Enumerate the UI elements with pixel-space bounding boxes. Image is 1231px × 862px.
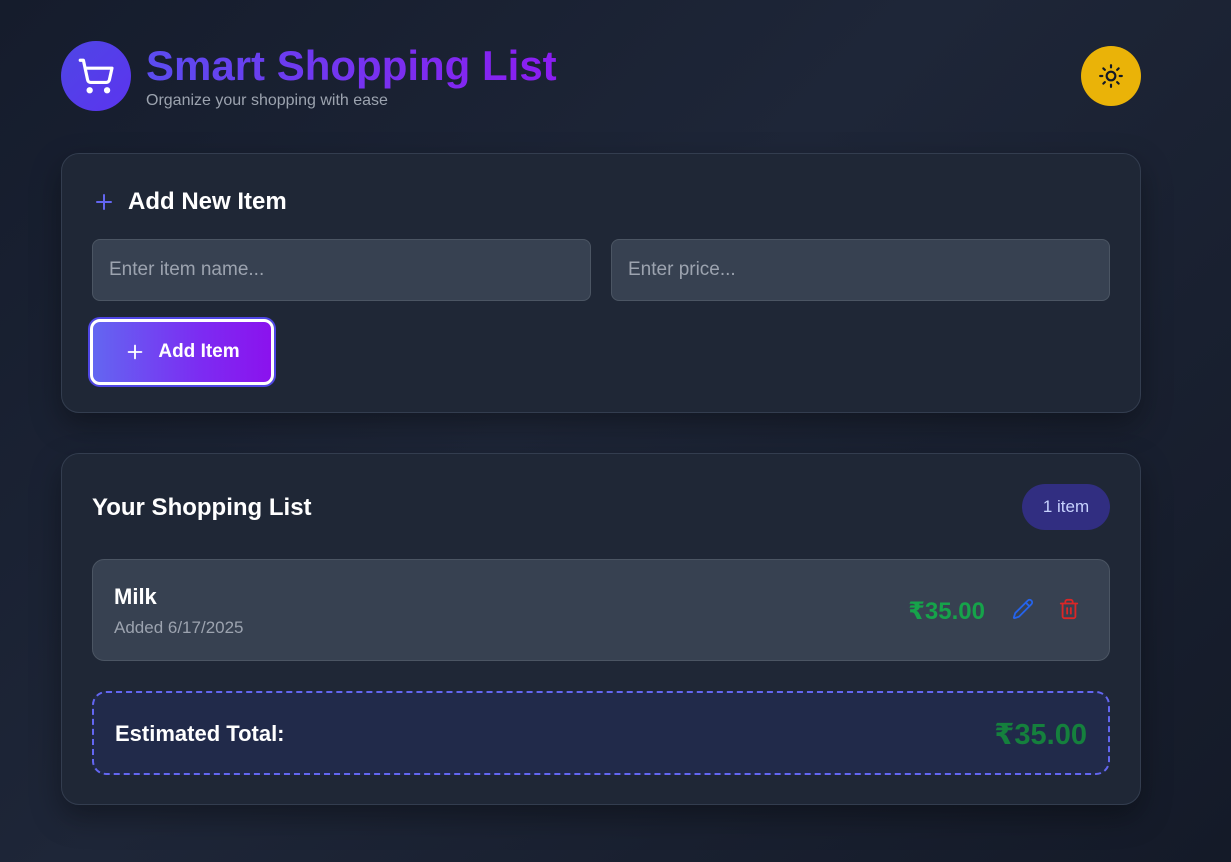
shopping-cart-icon xyxy=(77,57,115,95)
add-item-card: Add New Item Add Item xyxy=(61,153,1141,413)
theme-toggle-button[interactable] xyxy=(1081,46,1141,106)
item-name-input[interactable] xyxy=(92,239,591,301)
page-title: Smart Shopping List xyxy=(146,42,557,89)
total-value: ₹35.00 xyxy=(994,719,1087,751)
add-item-button[interactable]: Add Item xyxy=(90,319,274,385)
pencil-icon xyxy=(1012,598,1034,620)
list-item: Milk Added 6/17/2025 ₹35.00 xyxy=(92,559,1110,661)
total-label: Estimated Total: xyxy=(115,721,285,746)
item-name: Milk xyxy=(114,584,157,609)
shopping-list-card: Your Shopping List 1 item Milk Added 6/1… xyxy=(61,453,1141,805)
item-count-badge: 1 item xyxy=(1022,484,1110,530)
plus-icon xyxy=(124,341,146,363)
item-added-date: Added 6/17/2025 xyxy=(114,618,244,637)
add-item-title: Add New Item xyxy=(128,188,287,215)
item-price-input[interactable] xyxy=(611,239,1110,301)
item-price: ₹35.00 xyxy=(908,598,985,625)
sun-icon xyxy=(1098,63,1124,89)
logo xyxy=(61,41,131,111)
shopping-list-title: Your Shopping List xyxy=(92,494,312,521)
app-header: Smart Shopping List Organize your shoppi… xyxy=(61,40,1141,112)
edit-item-button[interactable] xyxy=(1010,596,1036,622)
trash-icon xyxy=(1058,598,1080,620)
add-item-heading: Add New Item xyxy=(92,188,287,216)
page-subtitle: Organize your shopping with ease xyxy=(146,92,388,109)
plus-icon xyxy=(92,190,116,214)
delete-item-button[interactable] xyxy=(1056,596,1082,622)
estimated-total-box: Estimated Total: ₹35.00 xyxy=(92,691,1110,775)
add-item-button-label: Add Item xyxy=(158,341,240,362)
